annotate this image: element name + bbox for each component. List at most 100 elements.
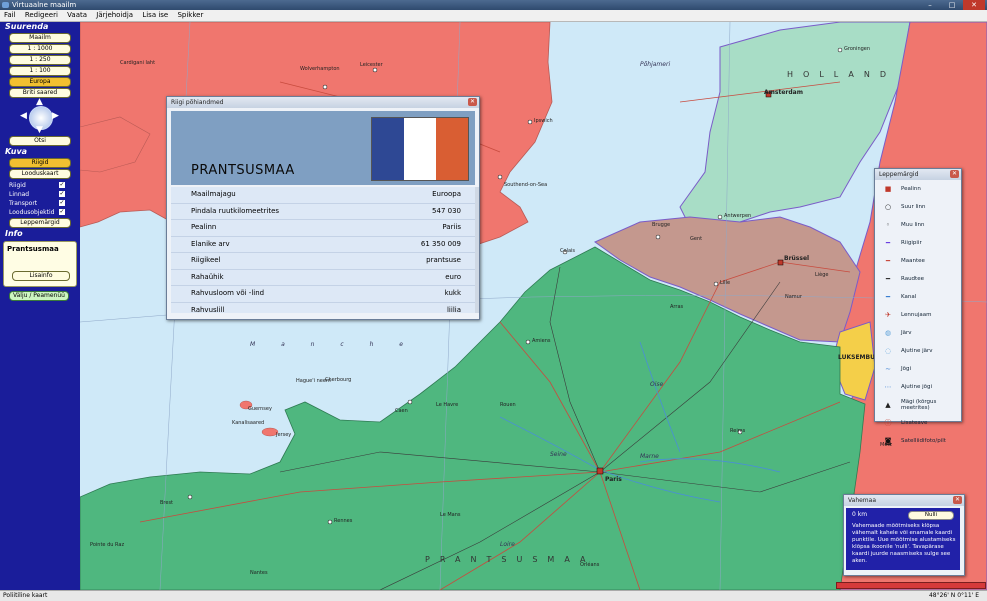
menu-help[interactable]: Spikker bbox=[173, 10, 206, 21]
checkbox-checked-icon[interactable]: ✓ bbox=[59, 182, 65, 188]
legend-window-titlebar[interactable]: Leppemärgid ✕ bbox=[875, 169, 961, 180]
city-label: Reims bbox=[730, 428, 746, 434]
menu-add-own[interactable]: Lisa ise bbox=[138, 10, 171, 21]
satellite-photo-icon: ◙ bbox=[884, 437, 892, 445]
legend-item-label: Suur linn bbox=[901, 204, 926, 210]
flag-stripe-white bbox=[404, 118, 436, 180]
legend-item: ■ Pealinn bbox=[875, 180, 961, 198]
fact-row: Rahvusloom või -lind kukk bbox=[171, 286, 475, 303]
legend-item-label: Muu linn bbox=[901, 222, 925, 228]
layer-transport[interactable]: Transport ✓ bbox=[0, 199, 80, 208]
layer-natural-objects[interactable]: Loodusobjektid ✓ bbox=[0, 208, 80, 217]
legend-item-label: Riigipiir bbox=[901, 240, 922, 246]
city-label: Wolverhampton bbox=[300, 66, 340, 72]
flag-stripe-red bbox=[436, 118, 468, 180]
zoom-100-button[interactable]: 1 : 100 bbox=[9, 66, 71, 76]
city-label-paris: Paris bbox=[605, 476, 622, 483]
menu-view[interactable]: Vaata bbox=[63, 10, 90, 21]
country-window-title: Riigi põhiandmed bbox=[171, 99, 224, 106]
status-bar: Poliitiline kaart 48°26' N 0°11' E bbox=[0, 590, 987, 601]
legend-item-label: Kanal bbox=[901, 294, 917, 300]
legend-item-label: Jõgi bbox=[901, 366, 912, 372]
city-label: Rennes bbox=[334, 518, 353, 524]
highway-icon: ━ bbox=[885, 257, 891, 265]
close-icon[interactable]: ✕ bbox=[468, 98, 477, 106]
legend-item-label: Satelliidifoto/pilt bbox=[901, 438, 946, 444]
distance-value: 0 km bbox=[852, 511, 868, 518]
distance-window[interactable]: Vahemaa ✕ 0 km Nulli Vahemaade mõõtmisek… bbox=[843, 494, 965, 576]
distance-body: 0 km Nulli Vahemaade mõõtmiseks klõpsa v… bbox=[846, 508, 960, 570]
seasonal-lake-icon: ◌ bbox=[884, 347, 892, 355]
city-label: Brest bbox=[160, 500, 174, 506]
label-france: PRANTSUSMAA bbox=[425, 555, 596, 564]
checkbox-checked-icon[interactable]: ✓ bbox=[59, 200, 65, 206]
legend-list: ■ Pealinn ○ Suur linn ◦ Muu linn ━ Riigipiir ━ Ma… bbox=[875, 180, 961, 450]
close-icon[interactable]: ✕ bbox=[950, 170, 959, 178]
france-flag-icon bbox=[371, 117, 469, 181]
maximize-button[interactable]: □ bbox=[941, 0, 963, 10]
pan-left-icon[interactable]: ◀ bbox=[20, 112, 27, 121]
river-label: Marne bbox=[640, 453, 659, 460]
reset-distance-button[interactable]: Nulli bbox=[908, 511, 954, 520]
city-label: Rouen bbox=[500, 402, 516, 408]
zoom-1000-button[interactable]: 1 : 1000 bbox=[9, 44, 71, 54]
legend-item-label: Pealinn bbox=[901, 186, 921, 192]
flag-stripe-blue bbox=[372, 118, 404, 180]
fact-row: Pealinn Pariis bbox=[171, 220, 475, 237]
city-label: Brugge bbox=[652, 222, 671, 228]
legend-window[interactable]: Leppemärgid ✕ ■ Pealinn ○ Suur linn ◦ Muu lin… bbox=[874, 168, 962, 445]
label-channel: M a n c h e bbox=[250, 341, 415, 348]
city-label: Southend-on-Sea bbox=[504, 182, 548, 188]
minimize-button[interactable]: – bbox=[919, 0, 941, 10]
exit-main-menu-button[interactable]: Välju / Peamenüü bbox=[9, 291, 69, 301]
country-info-window[interactable]: Riigi põhiandmed ✕ PRANTSUSMAA Maailmaja… bbox=[166, 96, 480, 320]
menu-edit[interactable]: Redigeeri bbox=[21, 10, 61, 21]
pan-control[interactable]: ▲ ▼ ◀ ▶ bbox=[18, 98, 62, 135]
scale-bar bbox=[836, 582, 986, 589]
title-bar: Virtuaalne maailm – □ ✕ bbox=[0, 0, 987, 10]
close-window-button[interactable]: ✕ bbox=[963, 0, 985, 10]
legend-item: ▲ Mägi (kõrgus meetrites) bbox=[875, 396, 961, 414]
legend-button[interactable]: Leppemärgid bbox=[9, 218, 71, 228]
river-label: Oise bbox=[650, 381, 664, 388]
large-city-icon: ○ bbox=[884, 203, 892, 211]
more-info-button[interactable]: Lisainfo bbox=[12, 271, 70, 281]
menu-bookmarks[interactable]: Järjehoidja bbox=[92, 10, 136, 21]
label-holland: HOLLAND bbox=[787, 70, 897, 79]
view-physical-map-button[interactable]: Looduskaart bbox=[9, 169, 71, 179]
extra-info-icon: ⓘ bbox=[884, 419, 892, 427]
fact-row: Maailmajagu Euroopa bbox=[171, 187, 475, 204]
zoom-world-button[interactable]: Maailm bbox=[9, 33, 71, 43]
view-countries-button[interactable]: Riigid bbox=[9, 158, 71, 168]
search-button[interactable]: Otsi bbox=[9, 136, 71, 146]
zoom-250-button[interactable]: 1 : 250 bbox=[9, 55, 71, 65]
distance-window-titlebar[interactable]: Vahemaa ✕ bbox=[844, 495, 964, 506]
canal-icon: ━ bbox=[885, 293, 891, 301]
city-label: Amiens bbox=[532, 338, 551, 344]
facts-scrollbar[interactable] bbox=[475, 187, 479, 313]
checkbox-checked-icon[interactable]: ✓ bbox=[59, 209, 65, 215]
info-country-name: Prantsusmaa bbox=[7, 245, 59, 253]
menu-file[interactable]: Fail bbox=[0, 10, 19, 21]
city-label: Gent bbox=[690, 236, 703, 242]
checkbox-checked-icon[interactable]: ✓ bbox=[59, 191, 65, 197]
legend-item: ∼ Jõgi bbox=[875, 360, 961, 378]
city-label: Jersey bbox=[276, 432, 292, 438]
mountain-icon: ▲ bbox=[885, 401, 891, 409]
city-label: Groningen bbox=[844, 46, 871, 52]
view-header: Kuva bbox=[5, 147, 28, 156]
legend-item: ◙ Satelliidifoto/pilt bbox=[875, 432, 961, 450]
zoom-europe-button[interactable]: Europa bbox=[9, 77, 71, 87]
close-icon[interactable]: ✕ bbox=[953, 496, 962, 504]
legend-item: ◦ Muu linn bbox=[875, 216, 961, 234]
legend-item: ━ Riigipiir bbox=[875, 234, 961, 252]
railway-icon: ━ bbox=[885, 275, 891, 283]
layer-cities[interactable]: Linnad ✓ bbox=[0, 190, 80, 199]
legend-item-label: Ajutine jõgi bbox=[901, 384, 932, 390]
layer-countries[interactable]: Riigid ✓ bbox=[0, 181, 80, 190]
pan-right-icon[interactable]: ▶ bbox=[52, 112, 59, 121]
pan-up-icon[interactable]: ▲ bbox=[36, 98, 43, 107]
legend-item-label: Maantee bbox=[901, 258, 925, 264]
pan-down-icon[interactable]: ▼ bbox=[36, 126, 43, 135]
country-window-titlebar[interactable]: Riigi põhiandmed ✕ bbox=[167, 97, 479, 108]
